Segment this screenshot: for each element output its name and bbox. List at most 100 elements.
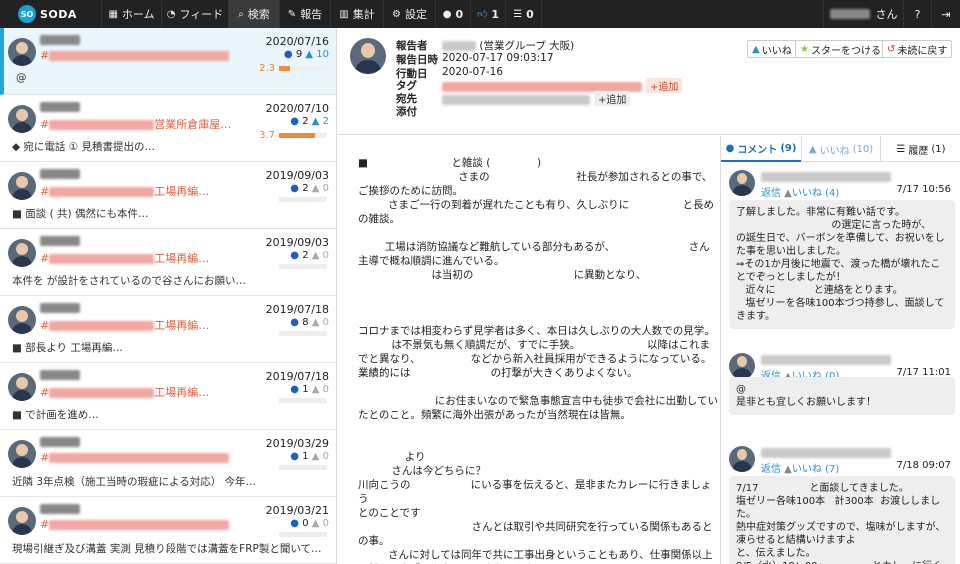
report-counts: ● 1 ▲ 0 — [290, 384, 329, 395]
search-icon: ⌕ — [238, 8, 244, 20]
like-count: 0 — [322, 250, 329, 261]
comment-actions: 返信 ▲いいね (7) — [761, 460, 839, 475]
help-button[interactable]: ? — [903, 0, 931, 28]
report-tags: # 営業所倉庫屋… — [40, 118, 232, 131]
nav-likes[interactable]: 👍︎ 1 — [470, 0, 505, 28]
avatar — [8, 38, 36, 66]
commenter-avatar[interactable] — [729, 170, 755, 196]
author-name-redacted — [40, 35, 80, 45]
report-list-item[interactable]: 2019/09/03 # 工場再編… ● 2 ▲ 0 本件を が設計をされているので谷さ… — [0, 229, 336, 296]
report-counts: ● 1 ▲ 0 — [290, 451, 329, 462]
user-suffix: さん — [875, 8, 898, 21]
report-snippet: ■ で計画を進め… — [12, 409, 99, 421]
report-date: 2020/07/16 — [265, 35, 329, 48]
author-name-redacted — [40, 370, 80, 380]
body-paragraph: 工場は消防協議など難航している部分もあるが、 さん主導で概ね順調に進んでいる。 … — [358, 241, 710, 281]
report-score — [279, 331, 327, 336]
report-date: 2019/03/21 — [265, 504, 329, 517]
thumbs-up-icon: ▲ — [308, 116, 323, 127]
comment-like-link[interactable]: いいね — [792, 188, 822, 199]
comment-icon: ● — [290, 183, 303, 194]
commenter-avatar[interactable] — [729, 446, 755, 472]
report-list-item[interactable]: 2020/07/16 # ● 9 ▲ 10 2.3 @ — [0, 28, 336, 95]
nav-stats-label: 集計 — [352, 8, 375, 21]
report-list-item[interactable]: 2019/07/18 # 工場再編… ● 1 ▲ 0 ■ で計画を進め… — [0, 363, 336, 430]
commenter-name-redacted — [761, 448, 891, 458]
nav-search-label: 検索 — [247, 8, 270, 21]
thumbs-up-icon: ▲ — [308, 317, 323, 328]
like-count: 0 — [322, 384, 329, 395]
nav-stats[interactable]: ▥ 集計 — [330, 0, 383, 28]
reply-link[interactable]: 返信 — [761, 464, 781, 475]
author-name-redacted — [40, 102, 80, 112]
report-snippet: ■ 部長より 工場再編… — [12, 342, 123, 354]
tab-history[interactable]: ☰ 履歴 (1) — [881, 136, 960, 162]
report-list-item[interactable]: 2019/03/29 # ● 1 ▲ 0 近隣 3年点検（施工当時の瑕疵による対応） … — [0, 430, 336, 497]
commenter-name-redacted — [761, 355, 891, 365]
mark-unread-button[interactable]: ↺ 未読に戻す — [882, 40, 953, 58]
like-count: 0 — [322, 317, 329, 328]
report-snippet: 近隣 3年点検（施工当時の瑕疵による対応） 今年… — [12, 476, 257, 488]
avatar — [8, 507, 36, 535]
nav-report-label: 報告 — [300, 8, 323, 21]
tag-redacted — [49, 453, 230, 463]
author-name-redacted — [40, 504, 80, 514]
add-tag-button[interactable]: +追加 — [646, 78, 683, 93]
soda-logo[interactable]: SO SODA — [18, 5, 77, 23]
report-snippet: ◆ 宛に電話 ① 見積書提出の… — [12, 141, 156, 153]
report-list-item[interactable]: 2019/03/21 # ● 0 ▲ 0 現場引継ぎ及び溝蓋 実測 見積り段階では溝蓋… — [0, 497, 336, 564]
report-tag-text: 工場再編… — [154, 185, 210, 198]
body-paragraph: にお住まいなので緊急事態宣言中も徒歩で会社に出勤していたとのこと。頻繁に海外出張… — [358, 395, 718, 421]
avatar — [8, 105, 36, 133]
tab-comments[interactable]: ● コメント (9) — [721, 136, 801, 162]
logout-button[interactable]: ⇥ — [931, 0, 960, 28]
like-button[interactable]: ▲ いいね — [747, 40, 797, 58]
add-recipient-button[interactable]: +追加 — [594, 91, 631, 106]
commenter-avatar[interactable] — [729, 353, 755, 379]
comment-icon: ● — [290, 317, 303, 328]
tab-comments-count: (9) — [780, 142, 797, 154]
tab-likes[interactable]: ▲ いいね (10) — [801, 136, 881, 162]
report-score — [279, 197, 327, 202]
reporter-group: (営業グループ 大阪) — [479, 40, 575, 52]
report-list-item[interactable]: 2019/09/03 # 工場再編… ● 2 ▲ 0 ■ 面談 ( 共) 偶然にも本件… — [0, 162, 336, 229]
score-bar — [279, 532, 327, 537]
comment-like-link[interactable]: いいね — [792, 464, 822, 475]
thumbs-up-icon: 👍︎ — [476, 9, 488, 20]
report-list-item[interactable]: 2020/07/10 # 営業所倉庫屋… ● 2 ▲ 2 3.7 ◆ 宛に電話 ① 見積書… — [0, 95, 336, 162]
report-counts: ● 9 ▲ 10 — [284, 49, 329, 60]
nav-home[interactable]: ▦ ホーム — [101, 0, 161, 28]
report-score — [279, 532, 327, 537]
report-counts: ● 2 ▲ 0 — [290, 183, 329, 194]
nav-list[interactable]: ☰ 0 — [505, 0, 542, 28]
nav-report[interactable]: ✎ 報告 — [279, 0, 330, 28]
nav-feed-label: フィード — [179, 8, 224, 21]
star-button[interactable]: ★ スターをつける — [795, 40, 886, 58]
nav-settings[interactable]: ⚙ 設定 — [383, 0, 435, 28]
rss-icon: ◔ — [166, 8, 176, 20]
attach-label: 添付 — [396, 106, 417, 118]
report-counts: ● 8 ▲ 0 — [290, 317, 329, 328]
score-bar — [279, 66, 327, 71]
report-tags: # 工場再編… — [40, 252, 210, 265]
add-tag-label: 追加 — [658, 82, 679, 93]
report-tag-text: 営業所倉庫屋… — [154, 118, 232, 131]
user-menu[interactable]: さん — [823, 0, 903, 28]
nav-messages[interactable]: ● 0 — [435, 0, 470, 28]
question-icon: ? — [914, 7, 921, 21]
score-bar — [279, 465, 327, 470]
list-icon: ☰ — [513, 8, 523, 20]
comment-time: 7/17 10:56 — [896, 184, 951, 195]
nav-home-label: ホーム — [121, 8, 155, 21]
score-bar-fill — [279, 66, 291, 71]
nav-search[interactable]: ⌕ 検索 — [228, 0, 279, 28]
nav-feed[interactable]: ◔ フィード — [161, 0, 228, 28]
report-list-item[interactable]: 2019/07/18 # 工場再編… ● 8 ▲ 0 ■ 部長より 工場再編… — [0, 296, 336, 363]
to-recipients-redacted — [442, 95, 590, 105]
reply-link[interactable]: 返信 — [761, 188, 781, 199]
reporter-avatar[interactable] — [350, 38, 386, 74]
add-recipient-label: 追加 — [606, 95, 627, 106]
thumbs-up-icon: ▲ — [308, 384, 323, 395]
tag-redacted — [49, 520, 230, 530]
report-tag-text: 工場再編… — [154, 319, 210, 332]
